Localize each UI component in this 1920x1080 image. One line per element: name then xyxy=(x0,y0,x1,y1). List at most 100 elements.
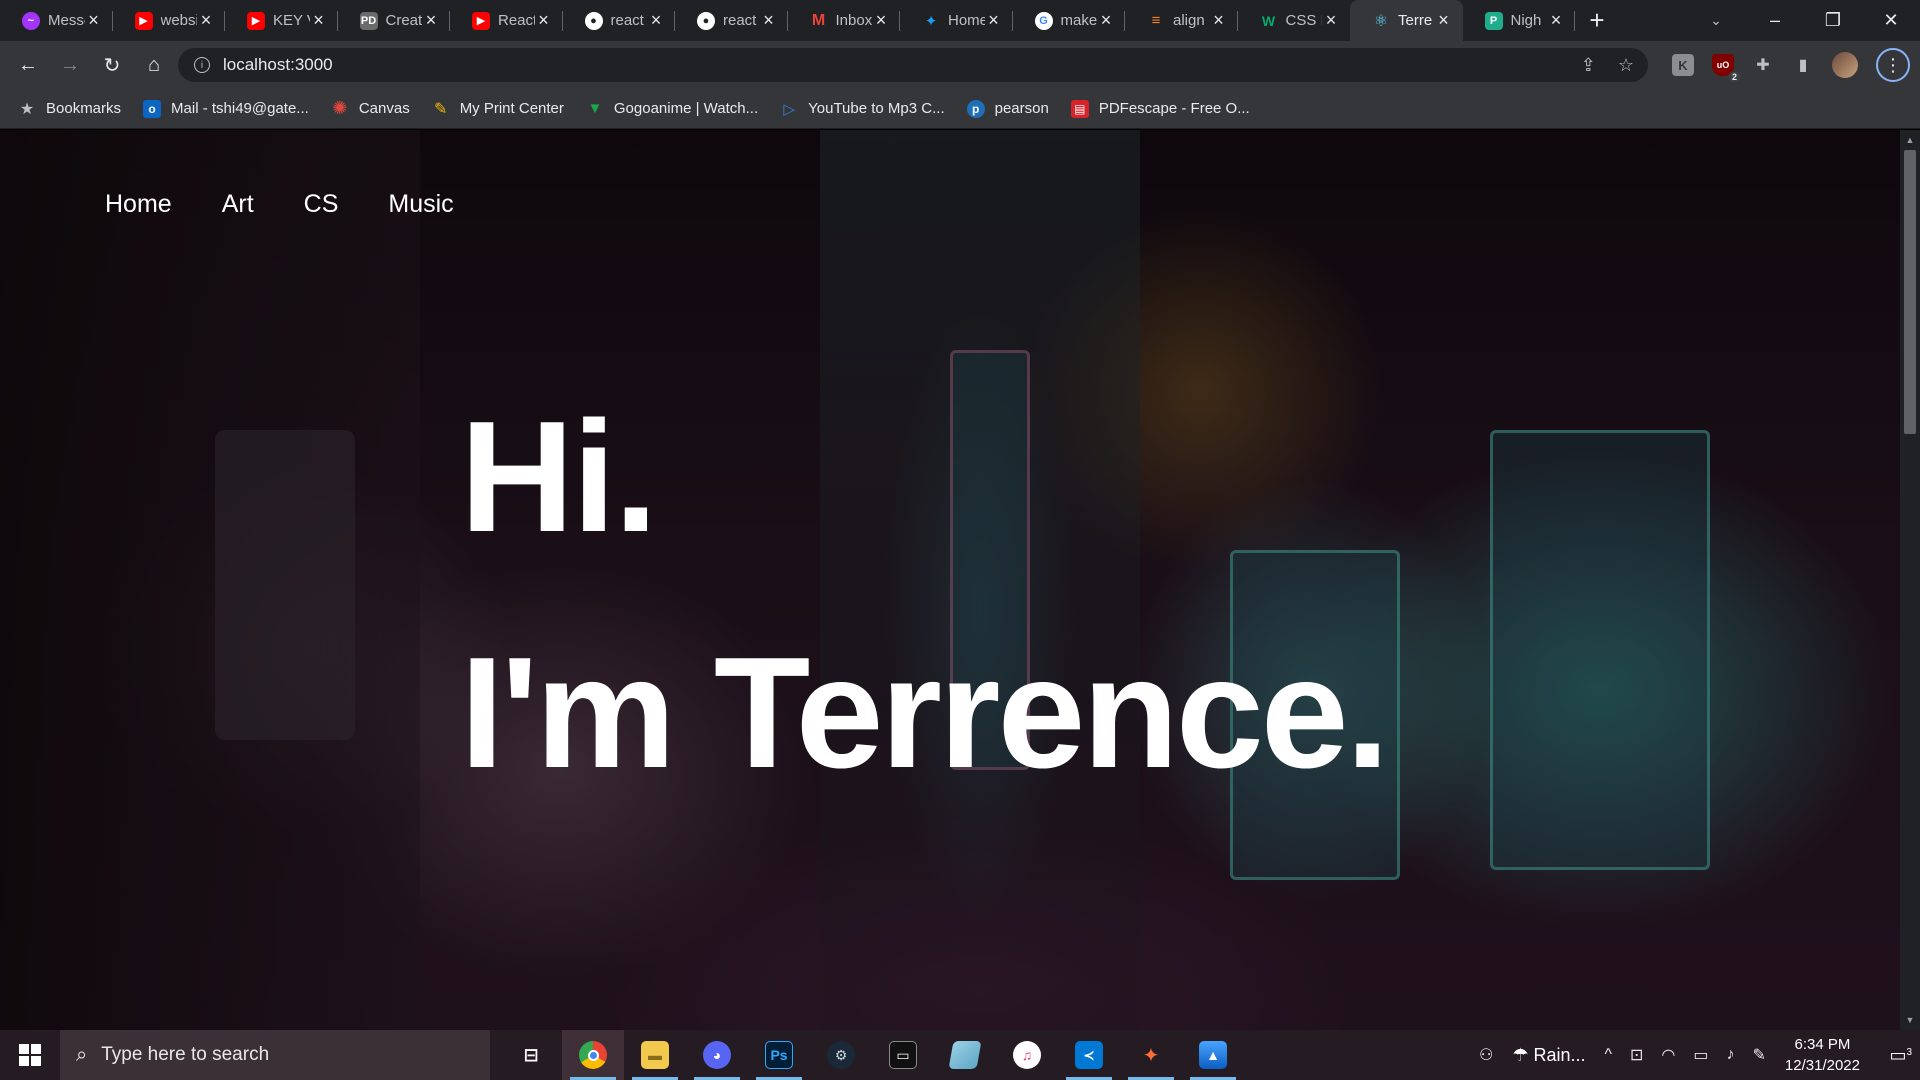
tab-title: react xyxy=(723,12,757,29)
close-tab-icon[interactable]: × xyxy=(535,10,553,31)
close-tab-icon[interactable]: × xyxy=(872,10,890,31)
tab-github-react-2[interactable]: ● react × xyxy=(675,0,788,41)
site-info-icon[interactable]: i xyxy=(194,57,210,73)
taskbar-app-discord[interactable]: ◕ xyxy=(686,1030,748,1080)
stackoverflow-icon: ≡ xyxy=(1151,12,1161,29)
taskbar-search-box[interactable]: ⌕ Type here to search xyxy=(60,1030,490,1080)
battery-icon[interactable]: ▭ xyxy=(1684,1045,1717,1065)
scrollbar-thumb[interactable] xyxy=(1904,150,1916,434)
bookmark-youtube-mp3[interactable]: ▷ YouTube to Mp3 C... xyxy=(780,100,944,118)
bookmarks-bar: ★ Bookmarks o Mail - tshi49@gate... ✺ Canva… xyxy=(0,89,1920,129)
restore-button[interactable]: ❐ xyxy=(1804,0,1862,41)
tab-google-make[interactable]: Gmake × xyxy=(1013,0,1126,41)
close-tab-icon[interactable]: × xyxy=(422,10,440,31)
taskbar-app-file-explorer[interactable]: ▬ xyxy=(624,1030,686,1080)
back-button[interactable]: ← xyxy=(8,47,48,83)
bookmark-mail[interactable]: o Mail - tshi49@gate... xyxy=(143,99,309,118)
taskbar-app-photoshop[interactable]: Ps xyxy=(748,1030,810,1080)
close-window-button[interactable]: ✕ xyxy=(1862,0,1920,41)
nav-link-music[interactable]: Music xyxy=(388,190,453,219)
task-view-button[interactable]: ⊟ xyxy=(500,1030,562,1080)
tab-search-chevron-icon[interactable]: ⌄ xyxy=(1686,0,1746,41)
wifi-icon[interactable]: ◠ xyxy=(1652,1045,1684,1065)
close-tab-icon[interactable]: × xyxy=(760,10,778,31)
tab-title: Nigh xyxy=(1510,12,1542,29)
url-text[interactable]: localhost:3000 xyxy=(223,55,333,75)
tab-w3schools-css[interactable]: W CSS I × xyxy=(1238,0,1351,41)
volume-icon[interactable]: ♪ xyxy=(1718,1046,1744,1064)
tab-title: make xyxy=(1060,12,1098,29)
meet-now-icon[interactable]: ⊡ xyxy=(1621,1045,1652,1065)
close-tab-icon[interactable]: × xyxy=(1210,10,1228,31)
site-nav: Home Art CS Music xyxy=(105,190,454,219)
browser-menu-button[interactable]: ⋮ xyxy=(1876,48,1910,82)
itunes-icon: ♫ xyxy=(1013,1041,1041,1069)
nav-link-art[interactable]: Art xyxy=(222,190,254,219)
tab-create[interactable]: PD Create× xyxy=(338,0,451,41)
share-icon[interactable]: ⇪ xyxy=(1581,55,1596,76)
reload-button[interactable]: ↻ xyxy=(92,47,132,83)
close-tab-icon[interactable]: × xyxy=(1097,10,1115,31)
tab-terrence-active[interactable]: ⚛ Terre × xyxy=(1350,0,1463,41)
tab-messenger[interactable]: ~ Messenger× xyxy=(0,0,113,41)
tab-youtube-react[interactable]: ▶ React × xyxy=(450,0,563,41)
ublock-extension-icon[interactable]: uO 2 xyxy=(1712,54,1740,82)
new-tab-button[interactable]: + xyxy=(1575,0,1619,41)
tab-youtube-key[interactable]: ▶ KEY V× xyxy=(225,0,338,41)
scroll-down-arrow-icon[interactable]: ▼ xyxy=(1900,1012,1920,1028)
tab-title: Create xyxy=(385,12,423,29)
twitter-icon: ✦ xyxy=(924,12,938,30)
nav-link-home[interactable]: Home xyxy=(105,190,172,219)
pen-icon[interactable]: ✎ xyxy=(1744,1045,1775,1065)
side-panel-icon[interactable]: ▮ xyxy=(1792,54,1814,76)
k-extension-icon[interactable]: K xyxy=(1672,54,1694,76)
scroll-up-arrow-icon[interactable]: ▲ xyxy=(1900,132,1920,148)
minimize-button[interactable]: – xyxy=(1746,0,1804,41)
puzzle-extensions-icon[interactable]: ✚ xyxy=(1752,54,1774,76)
close-tab-icon[interactable]: × xyxy=(647,10,665,31)
taskbar-app-chrome[interactable] xyxy=(562,1030,624,1080)
close-tab-icon[interactable]: × xyxy=(197,10,215,31)
close-tab-icon[interactable]: × xyxy=(85,10,103,31)
tab-night[interactable]: P Nigh × xyxy=(1463,0,1576,41)
profile-avatar[interactable] xyxy=(1832,52,1858,78)
close-tab-icon[interactable]: × xyxy=(310,10,328,31)
address-bar[interactable]: i localhost:3000 ⇪ ☆ xyxy=(178,48,1648,82)
bookmark-pdfescape[interactable]: ▤ PDFescape - Free O... xyxy=(1070,99,1250,118)
bookmark-bookmarks[interactable]: ★ Bookmarks xyxy=(18,100,121,118)
tab-gmail-inbox[interactable]: M Inbox × xyxy=(788,0,901,41)
page-scrollbar[interactable]: ▲ ▼ xyxy=(1900,130,1920,1030)
bookmark-pearson[interactable]: p pearson xyxy=(966,99,1049,118)
taskbar-app-photos[interactable]: ▲ xyxy=(1182,1030,1244,1080)
taskbar-app-steam[interactable]: ⚙ xyxy=(810,1030,872,1080)
bookmark-star-icon[interactable]: ☆ xyxy=(1618,55,1634,76)
weather-widget[interactable]: ☂ Rain... xyxy=(1502,1045,1595,1066)
tab-stackoverflow-align[interactable]: ≡ align × xyxy=(1125,0,1238,41)
people-icon[interactable]: ⚇ xyxy=(1470,1045,1502,1065)
tab-youtube-website[interactable]: ▶ website× xyxy=(113,0,226,41)
taskbar-clock[interactable]: 6:34 PM 12/31/2022 xyxy=(1775,1034,1876,1076)
tab-github-react-1[interactable]: ● react × xyxy=(563,0,676,41)
forward-button[interactable]: → xyxy=(50,47,90,83)
tab-twitter-home[interactable]: ✦ Home × xyxy=(900,0,1013,41)
close-tab-icon[interactable]: × xyxy=(1435,10,1453,31)
steam-icon: ⚙ xyxy=(827,1041,855,1069)
show-hidden-icons-chevron-icon[interactable]: ^ xyxy=(1596,1046,1622,1064)
tab-title: Home xyxy=(948,12,985,29)
close-tab-icon[interactable]: × xyxy=(985,10,1003,31)
taskbar-app-vscode[interactable]: ≺ xyxy=(1058,1030,1120,1080)
notification-center-button[interactable]: ▭ 3 xyxy=(1876,1045,1920,1066)
nav-link-cs[interactable]: CS xyxy=(304,190,339,219)
close-tab-icon[interactable]: × xyxy=(1547,10,1565,31)
pearson-icon: p xyxy=(966,99,985,118)
taskbar-app-itunes[interactable]: ♫ xyxy=(996,1030,1058,1080)
bookmark-gogoanime[interactable]: ▼ Gogoanime | Watch... xyxy=(586,100,758,118)
close-tab-icon[interactable]: × xyxy=(1322,10,1340,31)
home-button[interactable]: ⌂ xyxy=(134,47,174,83)
start-button[interactable] xyxy=(0,1030,60,1080)
taskbar-app-terminal[interactable]: ▭ xyxy=(872,1030,934,1080)
taskbar-app-jump[interactable]: ✦ xyxy=(1120,1030,1182,1080)
taskbar-app-notes[interactable] xyxy=(934,1030,996,1080)
bookmark-canvas[interactable]: ✺ Canvas xyxy=(331,98,409,118)
bookmark-print-center[interactable]: ✎ My Print Center xyxy=(432,100,564,118)
